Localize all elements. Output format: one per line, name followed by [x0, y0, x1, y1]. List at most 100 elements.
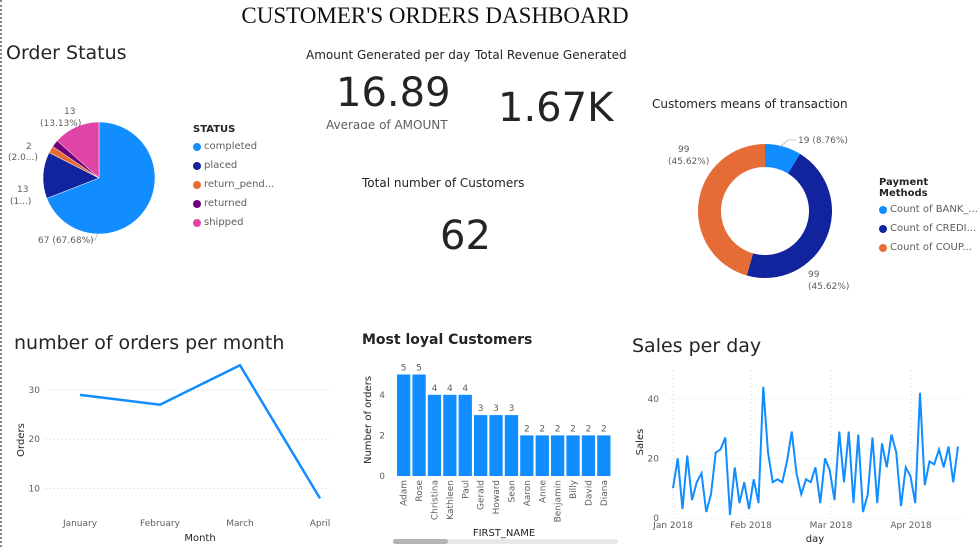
- transaction-donut[interactable]: 19 (8.76%) 99 (45.62%) 99 (45.62%): [640, 125, 880, 300]
- payment-legend-item[interactable]: Count of COUP...: [879, 238, 980, 257]
- dashboard-title: CUSTOMER'S ORDERS DASHBOARD: [241, 3, 629, 28]
- x-tick-label: Paul: [461, 480, 471, 499]
- x-tick-label: February: [140, 519, 181, 529]
- legend-dot-icon: [879, 243, 887, 252]
- bar-Aaron: [520, 435, 534, 476]
- bar-Billy: [566, 435, 580, 476]
- bar-Gerald: [474, 415, 488, 476]
- total-customers-value: 62: [440, 213, 491, 259]
- payment-legend-item[interactable]: Count of BANK_...: [879, 200, 980, 219]
- legend-label: shipped: [204, 217, 244, 228]
- x-tick-label: Benjamin: [554, 480, 564, 522]
- y-tick-label: 10: [29, 485, 41, 495]
- x-tick-label: Kathleen: [446, 480, 456, 520]
- donut-slice-1: [746, 153, 832, 278]
- sales-per-day-chart[interactable]: 02040Jan 2018 Feb 2018 Mar 2018 Apr 2018day…: [625, 360, 980, 547]
- bar-Rose: [412, 374, 426, 476]
- data-label: 13: [64, 107, 75, 117]
- bar-value-label: 3: [493, 404, 499, 414]
- y-axis-title: Number of orders: [363, 376, 374, 464]
- total-revenue-title: Total Revenue Generated: [475, 48, 627, 62]
- x-tick-label: Jan 2018: [652, 521, 693, 531]
- status-legend-title: STATUS: [193, 124, 236, 135]
- x-axis-title: FIRST_NAME: [473, 528, 535, 539]
- data-label: (2.0...): [8, 153, 38, 163]
- x-axis-title: day: [806, 534, 824, 545]
- data-label: 13: [17, 185, 28, 195]
- status-legend-item[interactable]: returned: [193, 194, 274, 213]
- legend-dot-icon: [193, 142, 201, 151]
- x-axis-title: Month: [184, 533, 215, 544]
- bar-Sean: [504, 415, 519, 476]
- legend-dot-icon: [879, 224, 887, 233]
- bar-value-label: 3: [509, 404, 515, 414]
- loyal-scrollbar[interactable]: [393, 539, 618, 544]
- order-status-title: Order Status: [6, 42, 127, 64]
- orders-per-month-title: number of orders per month: [14, 332, 285, 354]
- bar-value-label: 2: [555, 424, 561, 434]
- legend-label: Count of CREDI...: [890, 223, 977, 234]
- data-label: 19 (8.76%): [798, 136, 848, 146]
- bar-Howard: [489, 415, 503, 476]
- payment-legend-title: Payment Methods: [879, 177, 929, 199]
- orders-per-month-chart[interactable]: 10 20 30 January February March April Month Orde…: [0, 360, 345, 547]
- legend-label: completed: [204, 141, 258, 152]
- order-status-legend: STATUS completed placed return_pend...retu…: [193, 124, 274, 232]
- status-legend-item[interactable]: completed: [193, 137, 274, 156]
- y-axis-title: Sales: [635, 429, 646, 456]
- legend-label: return_pend...: [204, 179, 275, 190]
- payment-legend-item[interactable]: Count of CREDI...: [879, 219, 980, 238]
- bar-value-label: 5: [416, 364, 422, 374]
- y-tick-label: 0: [379, 472, 385, 482]
- bar-Paul: [458, 394, 472, 476]
- legend-label: returned: [204, 198, 248, 209]
- legend-label: placed: [204, 160, 238, 171]
- bar-Diana: [597, 435, 611, 476]
- bar-value-label: 5: [401, 364, 407, 374]
- legend-dot-icon: [193, 161, 201, 170]
- bar-value-label: 4: [462, 384, 468, 394]
- y-tick-label: 40: [648, 395, 660, 405]
- data-label: 99: [808, 270, 820, 280]
- transaction-title: Customers means of transaction: [652, 97, 848, 111]
- bar-Christina: [427, 394, 442, 476]
- sales-line: [672, 386, 959, 516]
- x-tick-label: Rose: [415, 480, 425, 502]
- legend-dot-icon: [193, 218, 201, 227]
- bar-value-label: 2: [570, 424, 576, 434]
- bar-Adam: [397, 374, 411, 476]
- data-label: (13.13%): [40, 119, 81, 129]
- y-tick-label: 20: [29, 435, 41, 445]
- data-label: 2: [26, 142, 32, 152]
- transaction-legend: Payment Methods Count of BANK_... Count o…: [879, 177, 980, 257]
- x-tick-label: Diana: [600, 480, 610, 506]
- bar-value-label: 4: [447, 384, 453, 394]
- amount-per-day-title: Amount Generated per day: [306, 48, 471, 62]
- data-label: 67 (67.68%): [38, 236, 94, 246]
- total-customers-title: Total number of Customers: [362, 176, 525, 190]
- data-label: (1...): [10, 197, 31, 207]
- x-tick-label: Anne: [538, 480, 548, 504]
- x-tick-label: March: [226, 519, 253, 529]
- x-tick-label: David: [584, 480, 594, 506]
- x-tick-label: Mar 2018: [810, 521, 853, 531]
- bar-Benjamin: [551, 435, 565, 476]
- leader-line: [779, 139, 796, 148]
- status-legend-item[interactable]: shipped: [193, 213, 274, 232]
- legend-label: Count of COUP...: [890, 242, 972, 253]
- x-tick-label: Aaron: [523, 480, 533, 506]
- x-tick-label: Apr 2018: [890, 521, 932, 531]
- order-status-pie[interactable]: 67 (67.68%) 13 (1...) 2(2.0...) 13 (13.13%): [0, 100, 190, 250]
- status-legend-item[interactable]: placed: [193, 156, 274, 175]
- bar-Kathleen: [443, 394, 457, 476]
- y-tick-label: 30: [29, 386, 41, 396]
- bar-David: [581, 435, 596, 476]
- loyal-chart[interactable]: 0245Adam5Rose4Christina4Kathleen4Paul3Ge…: [355, 355, 620, 547]
- loyal-scrollbar-thumb[interactable]: [393, 539, 448, 544]
- status-legend-item[interactable]: return_pend...: [193, 175, 274, 194]
- x-tick-label: Sean: [507, 480, 517, 502]
- amount-per-day-sub: Average of AMOUNT: [300, 117, 470, 129]
- y-tick-label: 20: [648, 454, 660, 464]
- legend-dot-icon: [193, 180, 201, 189]
- data-label: (45.62%): [808, 282, 849, 292]
